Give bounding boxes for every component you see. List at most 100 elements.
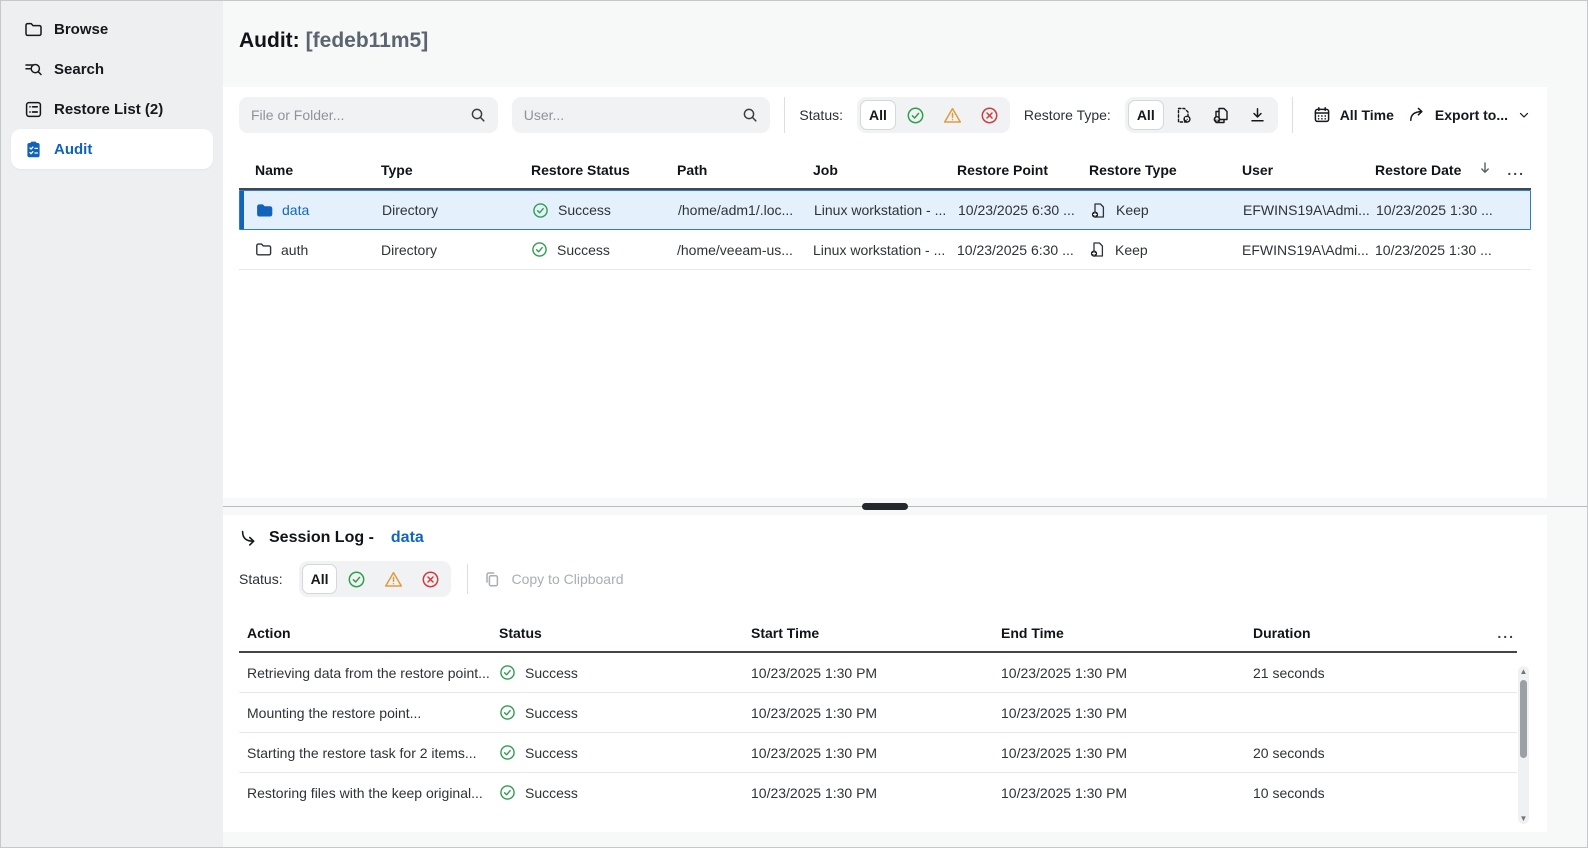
restore-type-cell: Keep [1089, 241, 1242, 258]
vertical-scrollbar[interactable]: ▲ ▼ [1518, 666, 1529, 824]
sort-descending-icon[interactable] [1478, 161, 1491, 178]
status-cell: Success [499, 704, 751, 721]
success-icon [533, 202, 548, 218]
job-cell: Linux workstation - ... [813, 241, 946, 258]
warning-icon [943, 107, 961, 123]
table-row[interactable]: data Directory Success /home/adm1/.loc..… [239, 190, 1531, 230]
column-header-type[interactable]: Type [381, 162, 531, 178]
restore-overwrite-icon-button[interactable] [1166, 100, 1201, 130]
copy-to-clipboard-button[interactable]: Copy to Clipboard [484, 571, 624, 588]
session-log-row[interactable]: Retrieving data from the restore point..… [239, 653, 1517, 693]
duration-cell: 21 seconds [1253, 664, 1325, 681]
duration-cell: 10 seconds [1253, 784, 1325, 801]
column-header-name[interactable]: Name [239, 162, 381, 178]
chevron-down-icon [1519, 112, 1529, 118]
time-range-button[interactable]: All Time [1313, 106, 1394, 124]
folder-icon [256, 202, 273, 219]
export-icon [1409, 107, 1423, 121]
session-log-row[interactable]: Starting the restore task for 2 items...… [239, 733, 1517, 773]
download-icon-button[interactable] [1240, 100, 1275, 130]
divider [1291, 97, 1293, 133]
session-log-row[interactable]: Restoring files with the keep original..… [239, 773, 1517, 811]
restore-point-cell: 10/23/2025 6:30 ... [957, 241, 1074, 258]
path-cell: /home/adm1/.loc... [678, 202, 794, 218]
column-header-action[interactable]: Action [239, 625, 499, 641]
error-icon [423, 571, 439, 587]
filter-toolbar: Status: All Restore Type: All [223, 87, 1547, 143]
panel-splitter [223, 503, 1587, 510]
column-header-start-time[interactable]: Start Time [751, 625, 1001, 641]
success-icon [500, 745, 515, 760]
item-name-link[interactable]: auth [281, 242, 308, 258]
status-error-button[interactable] [972, 100, 1007, 130]
page-title: Audit: [fedeb11m5] [239, 29, 428, 53]
restore-keep-icon-button[interactable] [1203, 100, 1238, 130]
user-search-input[interactable] [523, 107, 743, 123]
user-cell: EFWINS19A\Admi... [1242, 241, 1369, 258]
column-header-end-time[interactable]: End Time [1001, 625, 1253, 641]
log-status-filter-label: Status: [239, 571, 283, 587]
job-cell: Linux workstation - ... [814, 202, 947, 218]
export-label: Export to... [1434, 107, 1509, 123]
column-header-duration[interactable]: Duration [1253, 625, 1477, 641]
sidebar-item-label: Browse [54, 20, 109, 38]
column-header-restore-type[interactable]: Restore Type [1089, 162, 1242, 178]
success-icon [500, 785, 515, 800]
status-success-button[interactable] [898, 100, 933, 130]
session-log-row[interactable]: Mounting the restore point... Success 10… [239, 693, 1517, 733]
warning-icon [385, 571, 403, 587]
sidebar-item-search[interactable]: Search [11, 49, 213, 89]
more-columns-icon[interactable]: ... [1507, 162, 1525, 178]
column-header-job[interactable]: Job [813, 162, 957, 178]
file-search-input[interactable] [251, 107, 470, 123]
type-cell: Directory [382, 202, 439, 218]
sidebar-item-browse[interactable]: Browse [11, 9, 213, 49]
time-range-label: All Time [1339, 107, 1394, 123]
column-header-user[interactable]: User [1242, 162, 1375, 178]
item-name-link[interactable]: data [282, 202, 309, 218]
type-cell: Directory [381, 241, 438, 258]
session-log-title-text: Session Log - [269, 529, 374, 546]
sidebar-item-audit[interactable]: Audit [11, 129, 213, 169]
copy-to-clipboard-label: Copy to Clipboard [511, 571, 624, 587]
sidebar-item-label: Search [54, 60, 105, 78]
table-row[interactable]: auth Directory Success /home/veeam-us...… [239, 230, 1531, 270]
export-button[interactable]: Export to... [1408, 106, 1531, 124]
session-log-toolbar: Status: All Copy to Clipboard [223, 547, 1547, 597]
success-icon [500, 665, 515, 680]
column-header-restore-status[interactable]: Restore Status [531, 162, 677, 178]
start-time-cell: 10/23/2025 1:30 PM [751, 664, 878, 681]
end-time-cell: 10/23/2025 1:30 PM [1001, 704, 1128, 721]
column-header-restore-date[interactable]: Restore Date [1375, 161, 1491, 178]
machine-name: [fedeb11m5] [305, 29, 429, 52]
action-cell: Starting the restore task for 2 items... [247, 744, 477, 761]
audit-panel: Status: All Restore Type: All [223, 87, 1547, 498]
column-header-status[interactable]: Status [499, 625, 751, 641]
page-title-prefix: Audit: [239, 29, 300, 52]
session-log-item-name: data [390, 529, 424, 546]
audit-clipboard-icon [24, 140, 43, 159]
scroll-up-icon[interactable]: ▲ [1520, 666, 1528, 677]
log-status-success-button[interactable] [339, 564, 374, 594]
column-header-restore-point[interactable]: Restore Point [957, 162, 1089, 178]
more-columns-icon[interactable]: ... [1497, 625, 1515, 641]
scroll-down-icon[interactable]: ▼ [1520, 813, 1528, 824]
restore-type-filter-group: All [1124, 97, 1278, 133]
user-search-box[interactable] [511, 97, 771, 133]
splitter-drag-handle[interactable] [862, 503, 908, 510]
log-status-all-button[interactable]: All [301, 564, 338, 594]
file-search-box[interactable] [239, 97, 498, 133]
column-header-path[interactable]: Path [677, 162, 813, 178]
log-status-error-button[interactable] [413, 564, 448, 594]
status-all-button[interactable]: All [860, 100, 896, 130]
branch-arrow-icon [241, 530, 255, 546]
restore-list-icon [24, 100, 43, 119]
log-status-warning-button[interactable] [376, 564, 411, 594]
sidebar-item-label: Restore List (2) [54, 100, 164, 118]
restore-status-cell: Success [531, 241, 677, 258]
restore-date-cell: 10/23/2025 1:30 ... [1376, 202, 1492, 218]
status-warning-button[interactable] [935, 100, 970, 130]
scrollbar-thumb[interactable] [1520, 680, 1527, 758]
sidebar-item-restore-list[interactable]: Restore List (2) [11, 89, 213, 129]
restore-type-all-button[interactable]: All [1127, 100, 1164, 130]
